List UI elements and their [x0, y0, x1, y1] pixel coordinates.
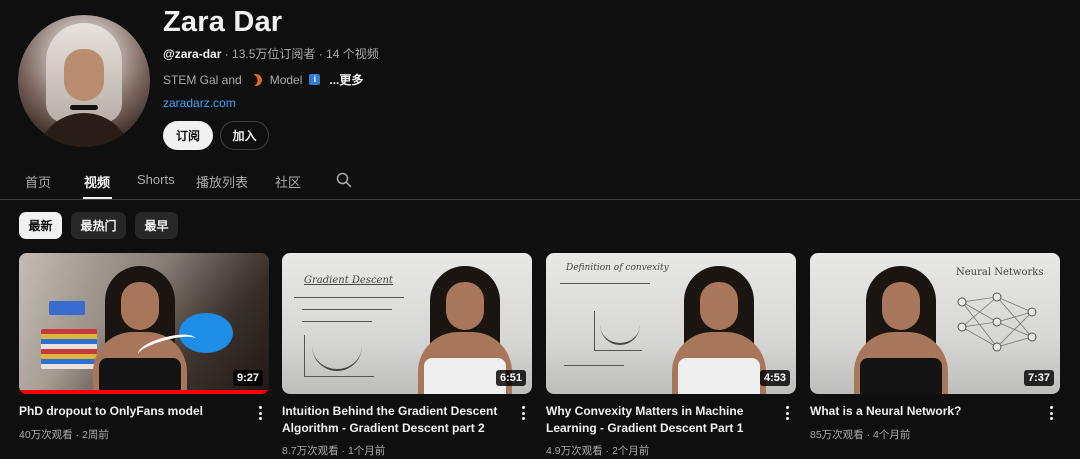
kebab-menu-icon[interactable] [520, 405, 526, 421]
channel-meta: @zara-dar · 13.5万位订阅者 · 14 个视频 [163, 45, 379, 62]
channel-avatar[interactable] [18, 15, 150, 147]
video-duration: 7:37 [1023, 370, 1054, 386]
kebab-menu-icon[interactable] [784, 405, 790, 421]
video-views: 85万次观看 [810, 429, 864, 441]
thumbnail-board-text: Neural Networks [956, 267, 1044, 278]
filter-popular[interactable]: 最热门 [71, 212, 126, 239]
video-card[interactable]: Gradient Descent 6:51 Intuition Behind t… [282, 253, 532, 459]
search-icon[interactable] [336, 172, 352, 188]
watch-progress-bar [19, 390, 269, 394]
video-age: 2周前 [82, 429, 109, 441]
channel-header: Zara Dar @zara-dar · 13.5万位订阅者 · 14 个视频 … [0, 0, 1080, 160]
moon-icon [248, 71, 264, 87]
kebab-menu-icon[interactable] [1048, 405, 1054, 421]
subscribe-button[interactable]: 订阅 [163, 121, 213, 150]
thumbnail-board-text: Gradient Descent [304, 275, 393, 286]
video-thumbnail[interactable]: Neural Networks 7:37 [810, 253, 1060, 394]
active-tab-indicator [83, 197, 112, 199]
video-meta: 4.9万次观看 · 2个月前 [546, 445, 650, 457]
tab-playlists[interactable]: 播放列表 [196, 172, 248, 191]
graduation-cap-icon [49, 301, 85, 315]
video-meta: 40万次观看 · 2周前 [19, 429, 109, 441]
video-duration: 6:51 [495, 370, 526, 386]
channel-name: Zara Dar [163, 6, 283, 38]
description-prefix: STEM Gal and [163, 72, 242, 87]
video-views: 40万次观看 [19, 429, 73, 441]
join-button[interactable]: 加入 [220, 121, 269, 150]
channel-stats: · 13.5万位订阅者 · 14 个视频 [221, 47, 379, 61]
tab-videos[interactable]: 视频 [84, 172, 110, 191]
video-card[interactable]: Definition of convexity 4:53 Why Convexi… [546, 253, 796, 459]
tab-community[interactable]: 社区 [275, 172, 301, 191]
video-title[interactable]: What is a Neural Network? [810, 403, 1032, 420]
video-age: 1个月前 [347, 445, 386, 457]
channel-handle: @zara-dar [163, 47, 222, 61]
video-age: 4个月前 [873, 429, 911, 441]
video-duration: 4:53 [759, 370, 790, 386]
video-card[interactable]: Neural Networks 7:37 What is a Neural Ne… [810, 253, 1060, 459]
video-thumbnail[interactable]: Definition of convexity 4:53 [546, 253, 796, 394]
kebab-menu-icon[interactable] [257, 405, 263, 421]
video-views: 4.9万次观看 [546, 445, 603, 457]
tab-shorts[interactable]: Shorts [137, 172, 175, 187]
video-meta: 8.7万次观看 · 1个月前 [282, 445, 386, 457]
description-mid: Model [269, 72, 303, 87]
filter-latest[interactable]: 最新 [19, 212, 62, 239]
video-title[interactable]: PhD dropout to OnlyFans model [19, 403, 241, 420]
video-views: 8.7万次观看 [282, 445, 339, 457]
info-icon: i [309, 74, 321, 85]
channel-tabs: 首页 视频 Shorts 播放列表 社区 [0, 160, 1080, 200]
channel-description[interactable]: STEM Gal and Model i ...更多 [163, 71, 363, 88]
video-thumbnail[interactable]: Gradient Descent 6:51 [282, 253, 532, 394]
network-diagram [957, 292, 1037, 352]
video-duration: 9:27 [232, 370, 263, 386]
video-title[interactable]: Intuition Behind the Gradient Descent Al… [282, 403, 504, 437]
more-link[interactable]: ...更多 [329, 71, 363, 88]
video-thumbnail[interactable]: 9:27 [19, 253, 269, 394]
thumbnail-board-text: Definition of convexity [566, 263, 669, 273]
video-card[interactable]: 9:27 PhD dropout to OnlyFans model 40万次观… [19, 253, 269, 459]
tab-home[interactable]: 首页 [25, 172, 51, 191]
video-age: 2个月前 [611, 445, 650, 457]
video-title[interactable]: Why Convexity Matters in Machine Learnin… [546, 403, 768, 437]
website-link[interactable]: zaradarz.com [163, 96, 236, 110]
video-meta: 85万次观看 · 4个月前 [810, 429, 911, 441]
filter-oldest[interactable]: 最早 [135, 212, 178, 239]
